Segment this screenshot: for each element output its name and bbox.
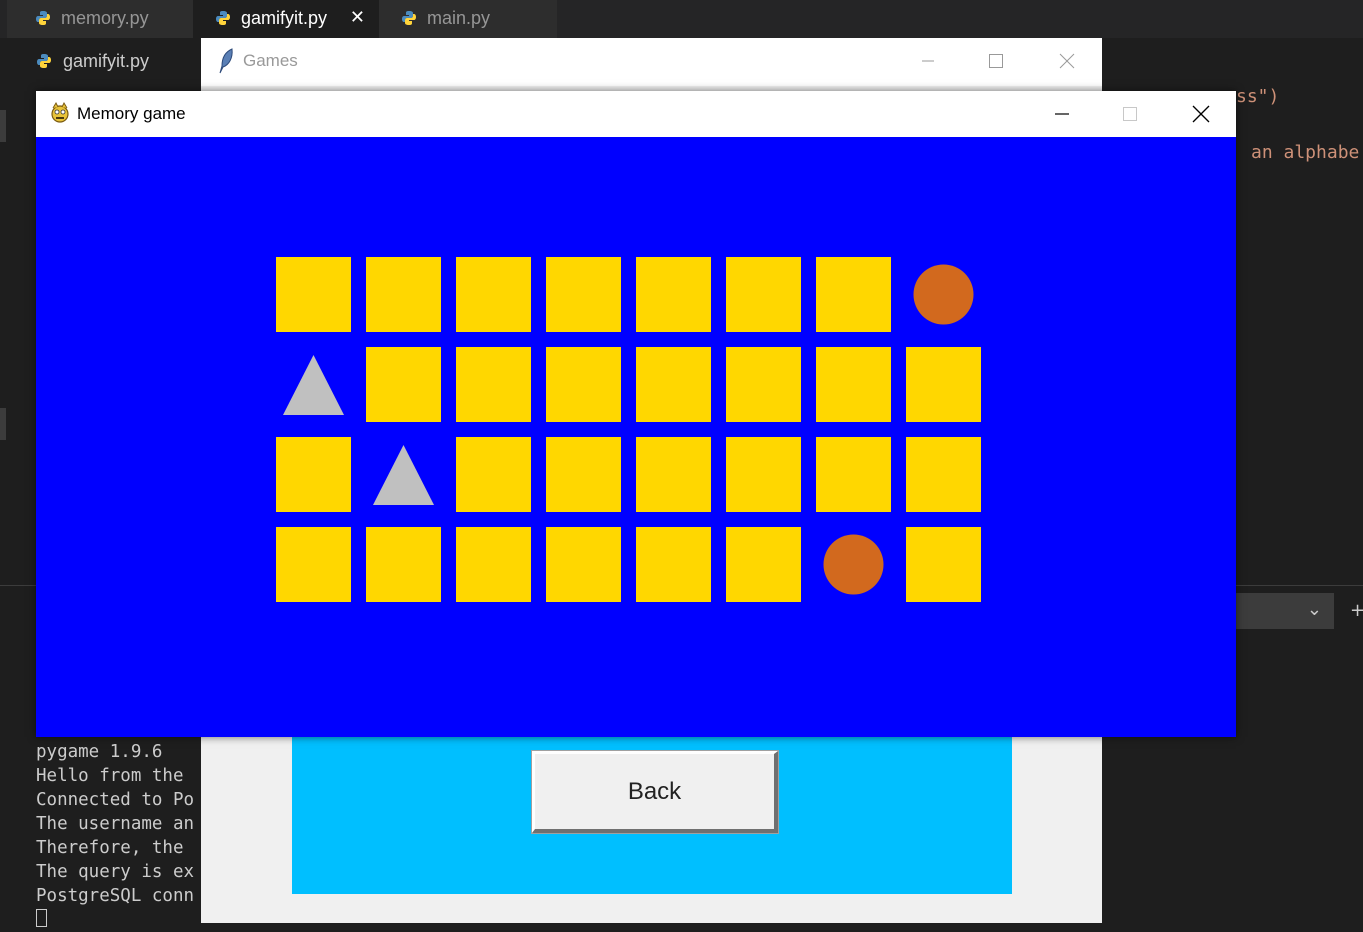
memory-titlebar[interactable]: Memory game (36, 91, 1236, 137)
memory-card-hidden[interactable] (726, 527, 801, 602)
terminal-line: The query is ex (36, 862, 195, 882)
maximize-icon[interactable] (962, 38, 1030, 84)
memory-card-hidden[interactable] (816, 347, 891, 422)
memory-card-hidden[interactable] (456, 347, 531, 422)
games-titlebar[interactable]: Games (201, 38, 1102, 86)
code-fragment: an alphabe (1251, 142, 1360, 163)
minimize-icon[interactable] (894, 38, 962, 84)
memory-card-triangle[interactable] (366, 437, 441, 512)
circle-shape (823, 534, 884, 595)
editor-tab-bar: memory.py gamifyit.py ✕ main.py (0, 0, 1363, 38)
add-terminal-icon[interactable]: + (1350, 600, 1363, 621)
triangle-shape (283, 355, 344, 415)
breadcrumb-file[interactable]: gamifyit.py (63, 51, 149, 72)
memory-card-hidden[interactable] (546, 347, 621, 422)
memory-card-triangle[interactable] (276, 347, 351, 422)
tab-memory-py[interactable]: memory.py (7, 0, 193, 38)
python-icon (36, 11, 50, 25)
memory-card-hidden[interactable] (726, 257, 801, 332)
memory-card-circle[interactable] (816, 527, 891, 602)
gutter-marker (0, 110, 6, 142)
python-icon (216, 11, 230, 25)
terminal-line: PostgreSQL conn (36, 886, 195, 906)
terminal-cursor (36, 909, 47, 927)
circle-shape (913, 264, 974, 325)
memory-card-hidden[interactable] (366, 527, 441, 602)
close-icon[interactable] (1033, 38, 1101, 84)
memory-card-hidden[interactable] (546, 257, 621, 332)
game-board[interactable] (36, 137, 1236, 737)
terminal-line: pygame 1.9.6 (36, 742, 163, 762)
memory-card-hidden[interactable] (906, 347, 981, 422)
code-fragment: ss") (1236, 86, 1280, 107)
memory-card-hidden[interactable] (816, 257, 891, 332)
memory-card-hidden[interactable] (546, 437, 621, 512)
minimize-icon[interactable] (1028, 91, 1096, 137)
memory-card-hidden[interactable] (546, 527, 621, 602)
window-title: Games (243, 51, 298, 70)
tab-label: memory.py (61, 8, 149, 28)
terminal-line: Hello from the (36, 766, 184, 786)
memory-card-hidden[interactable] (636, 527, 711, 602)
tab-label: gamifyit.py (241, 8, 328, 28)
close-icon[interactable]: ✕ (350, 7, 365, 28)
memory-card-hidden[interactable] (456, 527, 531, 602)
memory-card-hidden[interactable] (456, 437, 531, 512)
terminal-line: Therefore, the (36, 838, 184, 858)
memory-card-hidden[interactable] (906, 437, 981, 512)
memory-game-window: Memory game (36, 91, 1236, 737)
memory-card-hidden[interactable] (276, 257, 351, 332)
memory-card-hidden[interactable] (276, 527, 351, 602)
tab-label: main.py (427, 8, 491, 28)
terminal-line: The username an (36, 814, 195, 834)
window-title: Memory game (77, 104, 186, 123)
back-button[interactable]: Back (531, 750, 779, 834)
feather-icon (219, 48, 233, 74)
memory-card-hidden[interactable] (726, 347, 801, 422)
terminal-output: pygame 1.9.6 Hello from the Connected to P… (36, 740, 194, 932)
gutter-marker (0, 408, 6, 440)
python-icon (37, 54, 51, 68)
terminal-select[interactable]: ⌄ (1236, 593, 1334, 629)
memory-card-hidden[interactable] (636, 347, 711, 422)
memory-card-hidden[interactable] (276, 437, 351, 512)
memory-card-circle[interactable] (906, 257, 981, 332)
memory-card-hidden[interactable] (366, 257, 441, 332)
memory-card-hidden[interactable] (816, 437, 891, 512)
chevron-down-icon: ⌄ (1306, 599, 1322, 620)
memory-card-hidden[interactable] (366, 347, 441, 422)
close-icon[interactable] (1167, 91, 1235, 137)
tab-main-py[interactable]: main.py (379, 0, 557, 38)
maximize-icon[interactable] (1096, 91, 1164, 137)
memory-card-hidden[interactable] (636, 437, 711, 512)
tab-gamifyit-py[interactable]: gamifyit.py ✕ (193, 0, 379, 38)
python-icon (402, 11, 416, 25)
pygame-icon (51, 101, 69, 123)
terminal-line: Connected to Po (36, 790, 195, 810)
triangle-shape (373, 445, 434, 505)
memory-card-hidden[interactable] (456, 257, 531, 332)
memory-card-hidden[interactable] (726, 437, 801, 512)
memory-card-hidden[interactable] (636, 257, 711, 332)
memory-card-hidden[interactable] (906, 527, 981, 602)
